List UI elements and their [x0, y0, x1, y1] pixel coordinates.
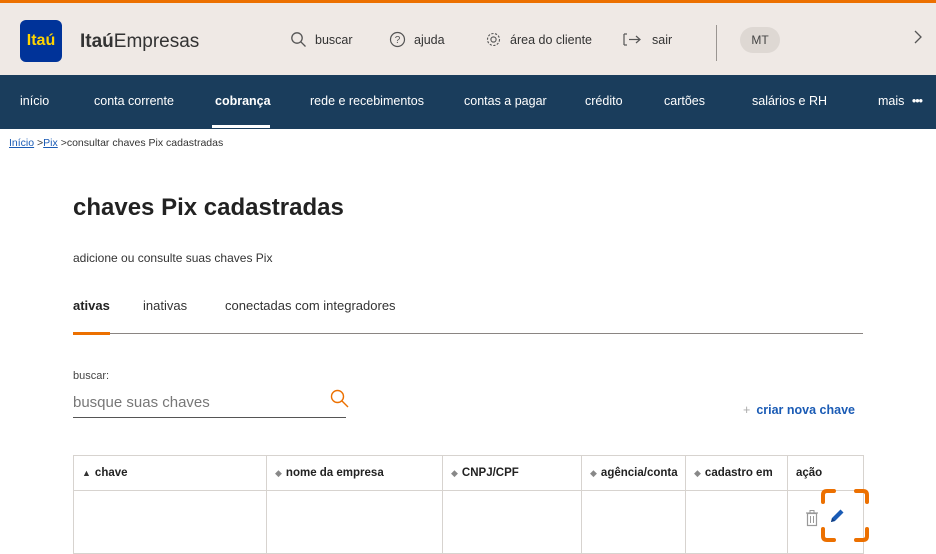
cell-cadastro-em [685, 490, 788, 554]
nav-item-salarios-rh[interactable]: salários e RH [752, 94, 827, 108]
nav-item-conta-corrente[interactable]: conta corrente [94, 94, 174, 108]
tab-ativas[interactable]: ativas [73, 298, 110, 313]
brand-light: Empresas [113, 31, 200, 52]
nav-item-contas-a-pagar[interactable]: contas a pagar [464, 94, 547, 108]
sort-icon: ◆ [590, 468, 597, 478]
nav-item-mais-label: mais [878, 94, 905, 108]
trash-icon[interactable] [804, 509, 820, 527]
logout-tool-label: sair [652, 32, 673, 47]
sort-ascending-icon: ▲ [82, 468, 91, 478]
chevron-right-icon[interactable] [912, 27, 924, 53]
page-title: chaves Pix cadastradas [73, 194, 344, 221]
table-header-row: ▲ chave ◆ nome da empresa ◆ CNPJ/CPF ◆ agênc… [73, 455, 864, 491]
column-label: ação [796, 467, 823, 479]
header-divider [716, 25, 717, 61]
search-icon [290, 31, 307, 48]
client-area-tool-label: área do cliente [510, 32, 593, 47]
column-header-chave[interactable]: ▲ chave [73, 455, 267, 491]
help-tool-label: ajuda [414, 32, 445, 47]
more-dots-icon: ••• [911, 94, 923, 108]
plus-icon: + [743, 403, 751, 417]
logout-icon [622, 31, 644, 48]
nav-item-rede-recebimentos[interactable]: rede e recebimentos [310, 94, 424, 108]
help-tool[interactable]: ? ajuda [389, 31, 445, 48]
search-input[interactable] [73, 394, 313, 411]
nav-active-indicator [212, 125, 270, 128]
column-label: CNPJ/CPF [461, 467, 519, 479]
sort-icon: ◆ [694, 468, 701, 478]
nav-item-cobranca[interactable]: cobrança [215, 94, 271, 108]
focus-highlight [821, 489, 869, 542]
breadcrumb-current: consultar chaves Pix cadastradas [66, 137, 224, 149]
table-row [73, 490, 864, 554]
search-label: buscar: [73, 370, 110, 382]
breadcrumb: Início >Pix >consultar chaves Pix cadast… [9, 137, 223, 149]
column-label: agência/conta [600, 467, 678, 479]
tabs: ativas inativas conectadas com integrado… [73, 298, 863, 335]
cell-agencia-conta [581, 490, 686, 554]
column-header-cadastro-em[interactable]: ◆ cadastro em [685, 455, 788, 491]
help-icon: ? [389, 31, 406, 48]
brand-bold: Itaú [80, 31, 114, 52]
top-header: Itaú ItaúEmpresas buscar ? ajuda área do… [0, 0, 936, 75]
column-header-nome-empresa[interactable]: ◆ nome da empresa [266, 455, 443, 491]
main-nav: início conta corrente cobrança rede e re… [0, 75, 936, 129]
search-tool[interactable]: buscar [290, 31, 353, 48]
nav-item-inicio[interactable]: início [20, 94, 49, 108]
svg-text:?: ? [395, 35, 401, 46]
create-key-label: criar nova chave [756, 403, 855, 417]
pix-keys-table: ▲ chave ◆ nome da empresa ◆ CNPJ/CPF ◆ agênc… [73, 455, 864, 554]
column-label: nome da empresa [285, 467, 384, 479]
search-icon[interactable] [329, 388, 351, 410]
column-label: cadastro em [704, 467, 773, 479]
sort-icon: ◆ [275, 468, 282, 478]
brand-name: ItaúEmpresas [80, 31, 199, 53]
column-header-agencia-conta[interactable]: ◆ agência/conta [581, 455, 686, 491]
tab-inativas[interactable]: inativas [143, 298, 187, 313]
gear-icon [485, 31, 502, 48]
avatar[interactable]: MT [740, 27, 780, 53]
itau-logo[interactable]: Itaú [20, 20, 62, 62]
create-key-button[interactable]: + criar nova chave [743, 403, 855, 417]
column-header-acao: ação [787, 455, 864, 491]
cell-nome-empresa [266, 490, 443, 554]
search-field [73, 388, 349, 418]
search-tool-label: buscar [315, 32, 353, 47]
column-header-cnpj-cpf[interactable]: ◆ CNPJ/CPF [442, 455, 582, 491]
client-area-tool[interactable]: área do cliente [485, 31, 592, 48]
tab-conectadas-com-integradores[interactable]: conectadas com integradores [225, 298, 396, 313]
page-subtitle: adicione ou consulte suas chaves Pix [73, 251, 273, 265]
column-label: chave [94, 467, 128, 479]
logout-tool[interactable]: sair [622, 31, 672, 48]
nav-item-cartoes[interactable]: cartões [664, 94, 705, 108]
cell-chave [73, 490, 267, 554]
nav-item-mais[interactable]: mais ••• [878, 94, 923, 108]
tab-active-indicator [73, 332, 110, 335]
nav-item-credito[interactable]: crédito [585, 94, 623, 108]
sort-icon: ◆ [451, 468, 458, 478]
breadcrumb-link-inicio[interactable]: Início [9, 137, 34, 149]
avatar-initials: MT [751, 33, 769, 47]
logo-text: Itaú [26, 32, 56, 49]
breadcrumb-link-pix[interactable]: Pix [43, 137, 58, 149]
cell-cnpj-cpf [442, 490, 582, 554]
